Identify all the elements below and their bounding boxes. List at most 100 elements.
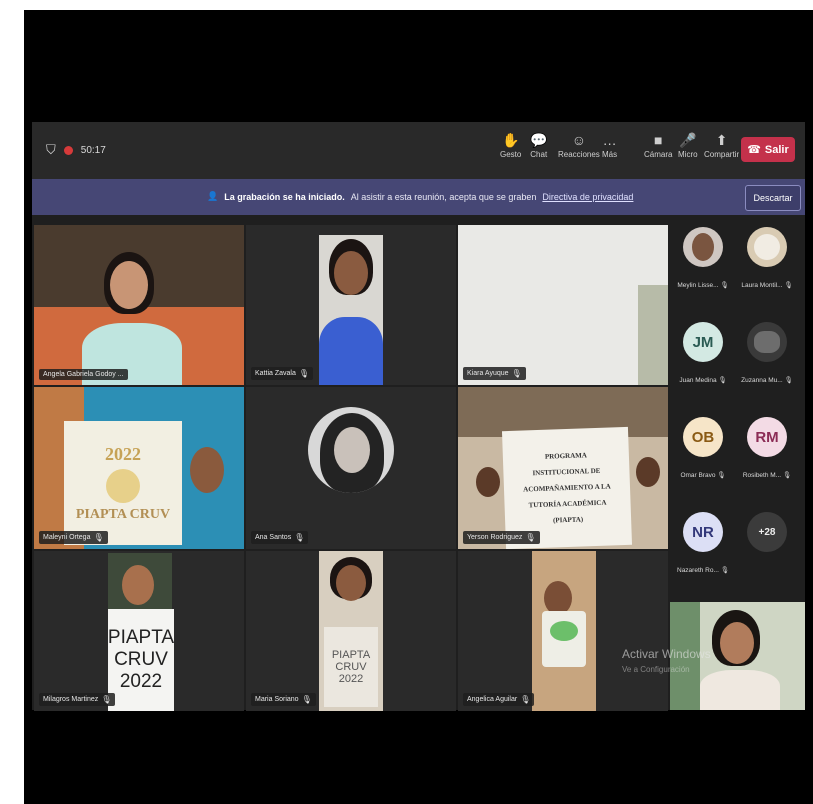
person-face (544, 581, 572, 615)
reactions-button[interactable]: ☺ Reacciones (558, 132, 600, 159)
leave-button[interactable]: ☎ Salir (741, 137, 795, 162)
piapta-handwritten-sign: PIAPTA CRUV 2022 (108, 609, 174, 711)
avatar-initials: JM (683, 322, 723, 362)
green-drawing-icon (550, 621, 578, 641)
avatar (747, 322, 787, 362)
raise-hand-button[interactable]: ✋ Gesto (500, 132, 521, 159)
avatar-initials: NR (683, 512, 723, 552)
video-tile[interactable]: PROGRAMA INSTITUCIONAL DE ACOMPAÑAMIENTO… (458, 387, 668, 549)
more-button[interactable]: … Más (602, 132, 617, 159)
phone-hangup-icon: ☎ (747, 144, 761, 156)
sign-line: PIAPTA (107, 627, 175, 648)
video-tile[interactable]: Ana Santos 🎙 (246, 387, 456, 549)
leave-label: Salir (764, 143, 789, 156)
teams-meeting-window: ⛉ 50:17 ✋ Gesto 💬 Chat ☺ Reacciones … Má… (32, 122, 805, 711)
mic-muted-icon: 🎙 (717, 472, 726, 479)
sun-logo-icon (106, 468, 140, 503)
sign-line: CRUV (335, 661, 367, 673)
mic-muted-icon: 🎙 (93, 533, 104, 542)
video-tile[interactable]: Angela Gabriela Godoy ... (34, 225, 244, 385)
participant-name-tag: Yerson Rodriguez 🎙 (463, 531, 540, 544)
sign-line: (PIAPTA) (552, 515, 584, 525)
participant-label: Juan Medina 🎙 (679, 377, 727, 384)
hand-left (476, 467, 500, 497)
video-frame: ⛉ 50:17 ✋ Gesto 💬 Chat ☺ Reacciones … Má… (24, 10, 813, 804)
camera-button[interactable]: ■ Cámara (644, 132, 672, 159)
share-label: Compartir (704, 150, 740, 159)
participant-gallery-sidebar: Meylin Lisse... 🎙 Laura Montil... 🎙 JM J… (669, 215, 805, 600)
meeting-toolbar: ⛉ 50:17 ✋ Gesto 💬 Chat ☺ Reacciones … Má… (32, 122, 805, 179)
participant-avatar[interactable]: OB Omar Bravo 🎙 (671, 405, 735, 497)
mic-muted-icon: 🎙 (720, 567, 729, 574)
participant-avatar-photo (308, 407, 394, 493)
mic-label: Micro (678, 150, 698, 159)
participant-name-tag: Ana Santos 🎙 (251, 531, 309, 544)
sign-year: 2022 (105, 443, 141, 464)
piapta-sign-2022: 2022 PIAPTA CRUV (64, 421, 182, 545)
mic-muted-icon: 🎙 (784, 377, 793, 384)
participant-name-tag: Angelica Aguilar 🎙 (463, 693, 535, 706)
piapta-paper-sign: PIAPTA CRUV 2022 (324, 627, 378, 707)
participant-label: Rosibeth M... 🎙 (742, 472, 792, 479)
sign-line: TUTORÍA ACADÉMICA (528, 498, 607, 510)
mic-muted-icon: 🎙 (101, 695, 112, 704)
more-participants-button[interactable]: +28 (735, 500, 799, 592)
video-tile[interactable]: PIAPTA CRUV 2022 Maria Soriano 🎙 (246, 551, 456, 711)
participant-avatar[interactable]: Laura Montil... 🎙 (735, 215, 799, 307)
person-body (700, 670, 780, 710)
shield-icon: ⛉ (46, 142, 56, 157)
more-icon: … (602, 132, 617, 148)
video-tile[interactable]: Kattia Zavala 🎙 (246, 225, 456, 385)
video-tile[interactable]: Kiara Ayuque 🎙 (458, 225, 668, 385)
recording-banner: 👤 La grabación se ha iniciado. Al asisti… (32, 179, 805, 215)
meeting-timer: 50:17 (80, 144, 106, 156)
raise-hand-label: Gesto (500, 150, 522, 159)
person-face (110, 261, 148, 309)
recording-indicator-icon (63, 145, 73, 155)
more-label: Más (602, 150, 618, 159)
participant-label: Nazareth Ro... 🎙 (677, 567, 729, 574)
activate-windows-watermark: Activar Windows (622, 647, 711, 661)
video-tile[interactable]: Angelica Aguilar 🎙 (458, 551, 668, 711)
sign-line: 2022 (338, 673, 364, 685)
chat-icon: 💬 (530, 132, 548, 148)
participant-name-tag: Kattia Zavala 🎙 (251, 367, 314, 380)
sign-line: PIAPTA (331, 649, 371, 661)
person-face (122, 565, 154, 605)
video-tile[interactable]: PIAPTA CRUV 2022 Milagros Martinez 🎙 (34, 551, 244, 711)
window-background (638, 285, 668, 385)
mic-muted-icon: 🎙 (298, 369, 310, 378)
camera-icon: ■ (653, 132, 663, 148)
mic-button[interactable]: 🎤 Micro (678, 132, 698, 159)
avatar-initials: OB (683, 417, 723, 457)
participant-label: Laura Montil... 🎙 (741, 282, 793, 289)
dismiss-button[interactable]: Descartar (745, 185, 801, 211)
participant-avatar[interactable]: RM Rosibeth M... 🎙 (735, 405, 799, 497)
participant-avatar[interactable]: JM Juan Medina 🎙 (671, 310, 735, 402)
privacy-policy-link[interactable]: Directiva de privacidad (542, 192, 633, 202)
participant-label: Meylin Lisse... 🎙 (677, 282, 729, 289)
mic-icon: 🎤 (679, 132, 697, 148)
sign-line: CRUV (114, 649, 168, 670)
avatar-initials: RM (747, 417, 787, 457)
chat-button[interactable]: 💬 Chat (530, 132, 547, 159)
person-body (319, 317, 383, 385)
mic-muted-icon: 🎙 (718, 377, 727, 384)
participant-avatar[interactable]: Zuzanna Mu... 🎙 (735, 310, 799, 402)
mic-muted-icon: 🎙 (520, 695, 531, 704)
participant-avatar[interactable]: Meylin Lisse... 🎙 (671, 215, 735, 307)
sign-text: PIAPTA CRUV (75, 506, 171, 522)
share-button[interactable]: ⬆ Compartir (704, 132, 739, 159)
sign-line: PROGRAMA (544, 451, 588, 461)
person-face (334, 251, 368, 295)
share-icon: ⬆ (715, 132, 728, 148)
participant-avatar[interactable]: NR Nazareth Ro... 🎙 (671, 500, 735, 592)
video-tile[interactable]: 2022 PIAPTA CRUV Maleyni Ortega 🎙 (34, 387, 244, 549)
mic-muted-icon: 🎙 (784, 282, 793, 289)
hand-right (636, 457, 660, 487)
mic-muted-icon: 🎙 (511, 369, 522, 378)
mic-muted-icon: 🎙 (525, 533, 536, 542)
participant-label: Zuzanna Mu... 🎙 (741, 377, 793, 384)
person-face (336, 565, 366, 601)
sign-line: 2022 (119, 671, 163, 692)
